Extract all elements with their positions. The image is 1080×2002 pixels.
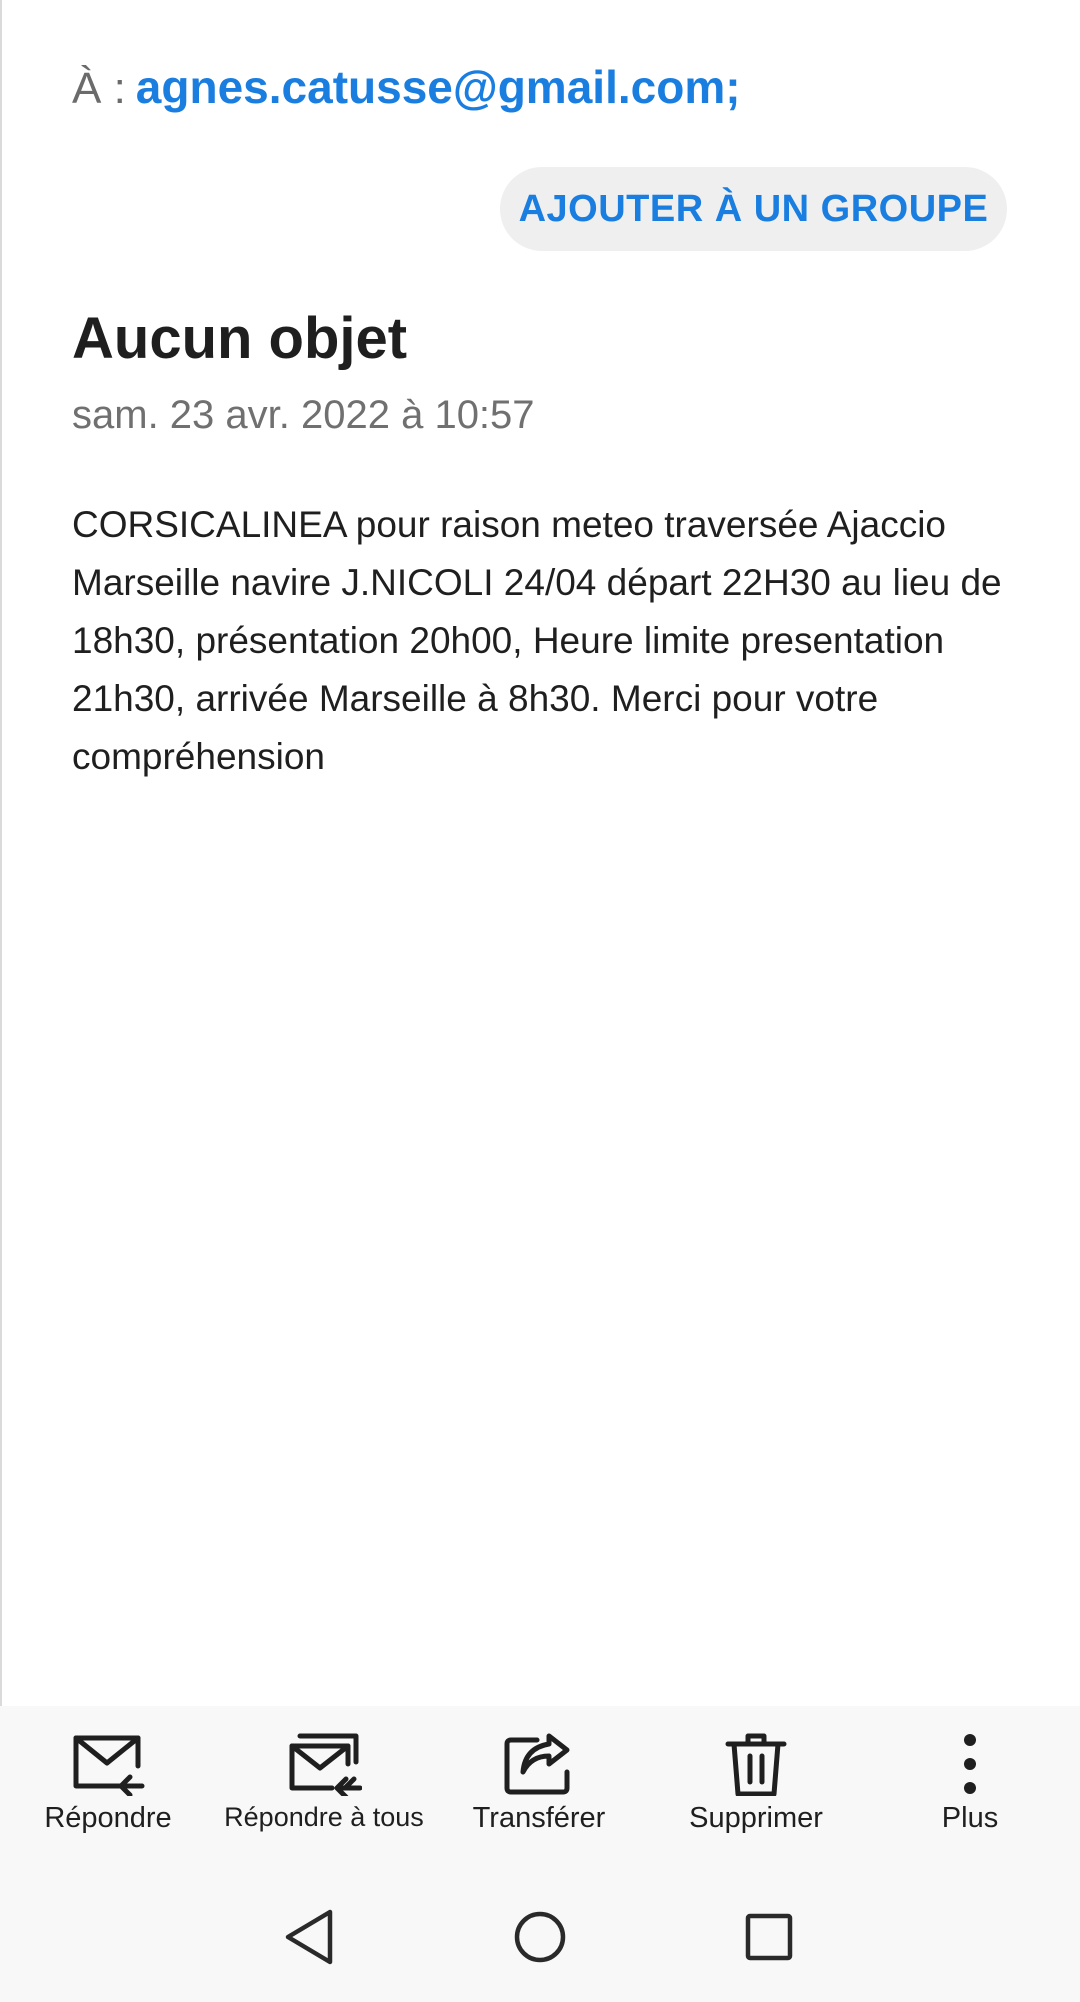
more-vertical-icon bbox=[932, 1732, 1008, 1796]
forward-label: Transférer bbox=[472, 1802, 606, 1834]
trash-icon bbox=[718, 1732, 794, 1796]
recipient-address[interactable]: agnes.catusse@gmail.com; bbox=[136, 60, 741, 114]
nav-back-icon[interactable] bbox=[282, 1908, 336, 1971]
forward-icon bbox=[501, 1732, 577, 1796]
email-body: CORSICALINEA pour raison meteo traversée… bbox=[72, 504, 1002, 777]
more-label: Plus bbox=[941, 1802, 999, 1834]
nav-recents-icon[interactable] bbox=[744, 1908, 794, 1971]
left-edge-divider bbox=[0, 0, 2, 1706]
reply-all-label: Répondre à tous bbox=[224, 1802, 424, 1832]
reply-all-mail-icon bbox=[286, 1732, 362, 1796]
reply-mail-icon bbox=[70, 1732, 146, 1796]
recipient-row: À : agnes.catusse@gmail.com; bbox=[72, 60, 741, 120]
reply-all-button[interactable]: Répondre à tous bbox=[216, 1732, 432, 1852]
reply-label: Répondre bbox=[44, 1802, 172, 1834]
add-to-group-button[interactable]: AJOUTER À UN GROUPE bbox=[500, 167, 1007, 251]
forward-button[interactable]: Transférer bbox=[462, 1732, 616, 1852]
more-button[interactable]: Plus bbox=[920, 1732, 1020, 1852]
recipient-label: À : bbox=[72, 64, 126, 113]
delete-button[interactable]: Supprimer bbox=[676, 1732, 836, 1852]
nav-home-icon[interactable] bbox=[512, 1908, 568, 1971]
email-subject: Aucun objet bbox=[72, 306, 408, 371]
reply-button[interactable]: Répondre bbox=[36, 1732, 180, 1852]
delete-label: Supprimer bbox=[689, 1802, 823, 1834]
email-date: sam. 23 avr. 2022 à 10:57 bbox=[72, 393, 535, 437]
